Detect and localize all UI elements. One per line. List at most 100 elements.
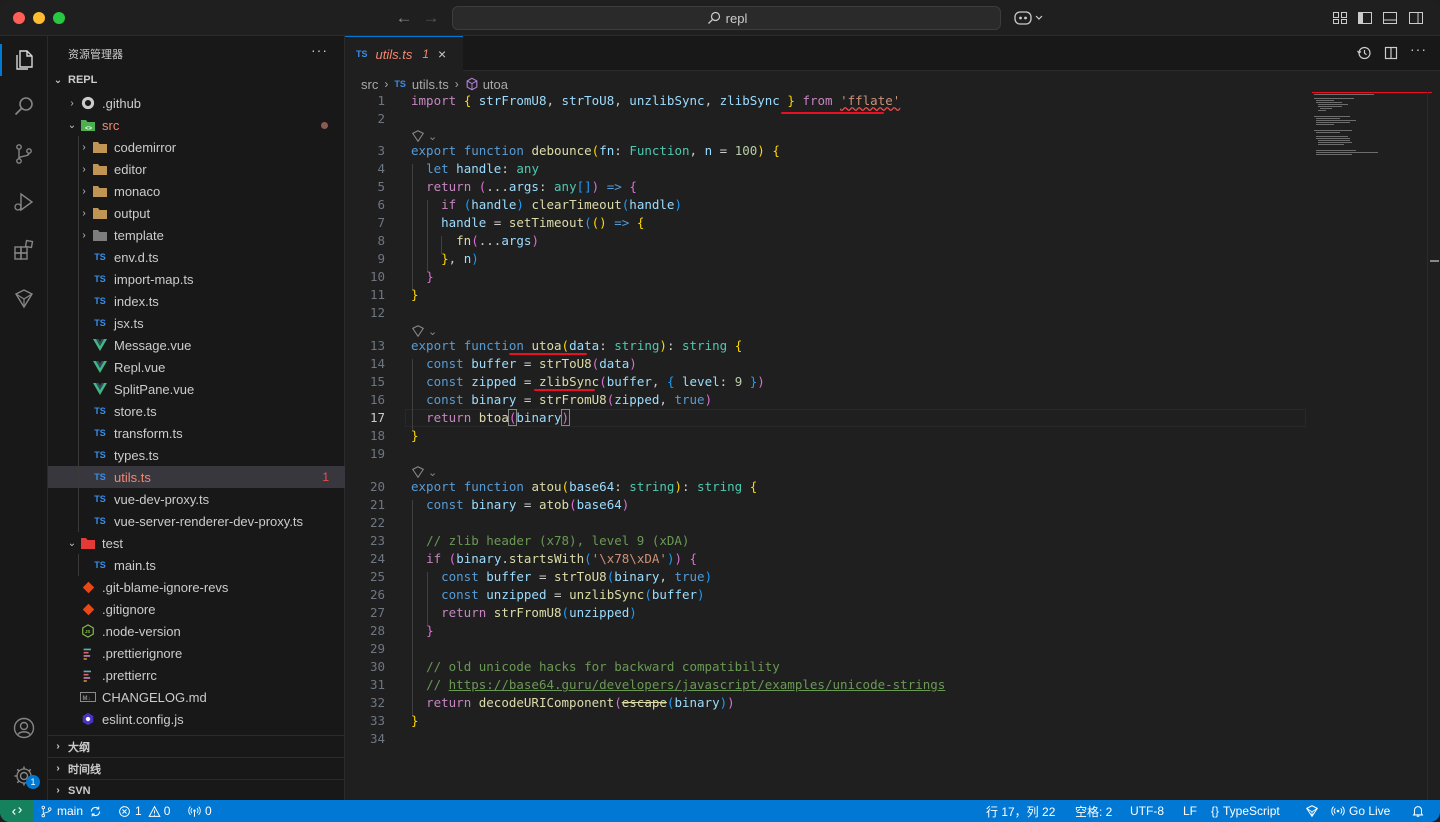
tree-item[interactable]: SplitPane.vue [48, 378, 345, 400]
code-link[interactable]: https://base64.guru/developers/javascrip… [449, 677, 946, 692]
typescript-file-icon: TS [94, 274, 106, 284]
search-icon[interactable] [12, 94, 36, 118]
timeline-history-icon[interactable] [1356, 45, 1372, 61]
tree-item[interactable]: .prettierignore [48, 642, 345, 664]
breadcrumb-symbol[interactable]: utoa [483, 77, 508, 92]
toggle-primary-sidebar-icon[interactable] [1357, 10, 1373, 26]
tree-item[interactable]: › .github [48, 92, 345, 114]
tree-item[interactable]: TS transform.ts [48, 422, 345, 444]
tree-item[interactable]: TS env.d.ts [48, 246, 345, 268]
tree-item-label: test [102, 535, 123, 551]
activity-bar [0, 36, 48, 800]
close-window-button[interactable] [13, 12, 25, 24]
customize-layout-icon[interactable] [1332, 10, 1348, 26]
line-number: 16 [369, 392, 385, 407]
more-editor-actions-icon[interactable]: ··· [1410, 41, 1426, 57]
line-number: 14 [369, 356, 385, 371]
source-control-icon[interactable] [12, 142, 36, 166]
gitlens-icon [411, 130, 425, 143]
code-line-31: // https://base64.guru/developers/javasc… [426, 677, 946, 692]
more-actions-icon[interactable]: ··· [311, 42, 328, 58]
branch-indicator[interactable]: main [40, 800, 102, 822]
prettier-file-icon [80, 645, 96, 661]
tree-item[interactable]: Repl.vue [48, 356, 345, 378]
breadcrumb-folder[interactable]: src [361, 77, 378, 92]
tree-item[interactable]: .prettierrc [48, 664, 345, 686]
svg-text:JS: JS [85, 629, 90, 634]
zoom-window-button[interactable] [53, 12, 65, 24]
toggle-secondary-sidebar-icon[interactable] [1408, 10, 1424, 26]
tree-item[interactable]: M↓ CHANGELOG.md [48, 686, 345, 708]
vue-file-icon [92, 381, 108, 397]
code-line-28: } [426, 623, 434, 638]
problems-indicator[interactable]: 1 0 [118, 800, 170, 822]
typescript-file-icon: TS [94, 494, 106, 504]
test-folder-icon [80, 535, 96, 551]
line-number: 30 [369, 659, 385, 674]
command-center-search[interactable]: repl [452, 6, 1001, 30]
ports-indicator[interactable]: 0 [188, 800, 212, 822]
typescript-file-icon: TS [94, 406, 106, 416]
sync-icon[interactable] [89, 805, 102, 818]
close-tab-icon[interactable]: × [438, 46, 446, 62]
eol-setting[interactable]: LF [1183, 800, 1197, 822]
back-arrow-icon[interactable]: ← [394, 8, 414, 28]
encoding-setting[interactable]: UTF-8 [1130, 800, 1164, 822]
tree-item[interactable]: › output [48, 202, 345, 224]
tab-utils-ts[interactable]: TS utils.ts 1 × [345, 36, 463, 71]
chevron-right-icon: › [70, 97, 74, 109]
tree-item[interactable]: ⌄ test [48, 532, 345, 554]
workspace-root-header[interactable]: ⌄ REPL [48, 69, 345, 91]
notifications-bell-icon[interactable] [1411, 804, 1425, 818]
run-and-debug-icon[interactable] [12, 190, 36, 214]
annotation-underline [534, 389, 595, 391]
tree-item[interactable]: TS store.ts [48, 400, 345, 422]
tree-item[interactable]: › editor [48, 158, 345, 180]
tree-item[interactable]: › codemirror [48, 136, 345, 158]
tree-item[interactable]: TS types.ts [48, 444, 345, 466]
gitlens-icon[interactable] [12, 286, 36, 310]
ports-count: 0 [205, 804, 212, 818]
tree-item[interactable]: .gitignore [48, 598, 345, 620]
tree-item[interactable]: TS main.ts [48, 554, 345, 576]
breadcrumb-file[interactable]: utils.ts [412, 77, 449, 92]
tree-item[interactable]: › monaco [48, 180, 345, 202]
svn-section-header[interactable]: › SVN [48, 779, 345, 801]
chevron-right-icon: › [56, 763, 60, 774]
tree-item[interactable]: eslint.config.js [48, 708, 345, 730]
tree-item[interactable]: TS vue-dev-proxy.ts [48, 488, 345, 510]
vertical-scrollbar[interactable] [1427, 92, 1440, 800]
error-icon [119, 805, 130, 817]
toggle-panel-icon[interactable] [1382, 10, 1398, 26]
tree-item[interactable]: JS .node-version [48, 620, 345, 642]
tree-item[interactable]: TS import-map.ts [48, 268, 345, 290]
language-mode[interactable]: {} TypeScript [1211, 800, 1280, 822]
remote-indicator[interactable] [0, 800, 33, 822]
go-live-button[interactable]: Go Live [1331, 800, 1390, 822]
accounts-icon[interactable] [12, 716, 36, 740]
split-editor-icon[interactable] [1383, 45, 1399, 61]
timeline-section-header[interactable]: › 时间线 [48, 757, 345, 779]
outline-section-header[interactable]: › 大纲 [48, 735, 345, 757]
tree-item[interactable]: › template [48, 224, 345, 246]
explorer-icon[interactable] [12, 48, 36, 72]
tree-item[interactable]: TS index.ts [48, 290, 345, 312]
tree-item[interactable]: .git-blame-ignore-revs [48, 576, 345, 598]
indentation-setting[interactable]: 空格: 2 [1075, 800, 1112, 822]
tree-item[interactable]: ⌄ <> src [48, 114, 345, 136]
prettier-file-icon [80, 667, 96, 683]
minimap[interactable] [1312, 92, 1432, 162]
tree-item[interactable]: TS utils.ts 1 [48, 466, 345, 488]
tab-label: utils.ts [375, 46, 413, 62]
tree-item[interactable]: TS vue-server-renderer-dev-proxy.ts [48, 510, 345, 532]
cursor-position[interactable]: 行 17，列 22 [986, 800, 1055, 822]
tree-item[interactable]: Message.vue [48, 334, 345, 356]
gitlens-status-icon[interactable] [1305, 804, 1319, 818]
tree-item[interactable]: TS jsx.ts [48, 312, 345, 334]
copilot-icon[interactable] [1013, 9, 1045, 27]
minimize-window-button[interactable] [33, 12, 45, 24]
github-folder-icon [80, 95, 96, 111]
symbol-method-icon [466, 77, 478, 91]
extensions-icon[interactable] [12, 238, 36, 262]
forward-arrow-icon[interactable]: → [421, 8, 441, 28]
